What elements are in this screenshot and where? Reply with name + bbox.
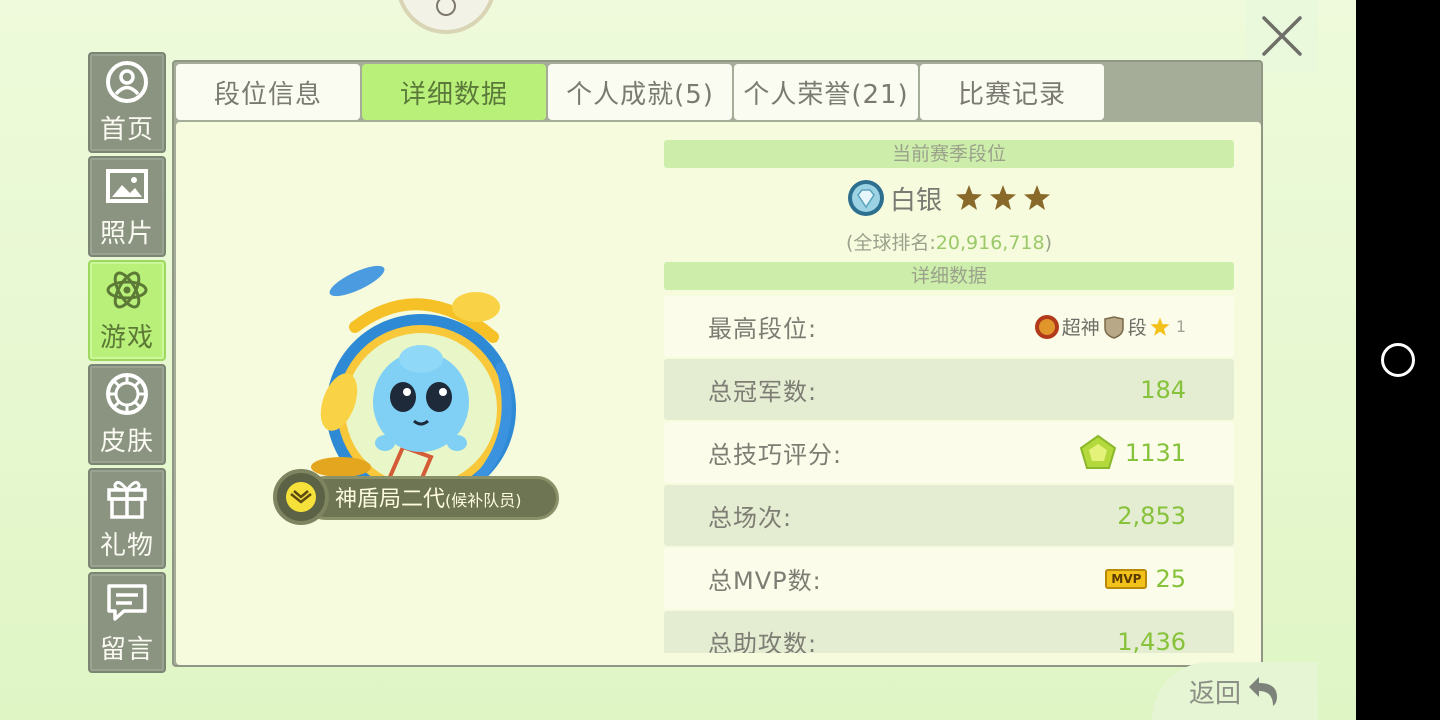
stat-row-mvp: 总MVP数: MVP 25 <box>664 548 1234 609</box>
stat-value: 1,436 <box>1117 627 1186 654</box>
detail-data-header: 详细数据 <box>664 262 1234 290</box>
tab-detailed-data[interactable]: 详细数据 <box>362 64 546 120</box>
sidebar-item-games[interactable]: 游戏 <box>88 260 166 361</box>
gift-icon <box>107 480 147 519</box>
rank-name: 白银 <box>889 185 942 216</box>
sidebar-item-photos[interactable]: 照片 <box>88 156 166 257</box>
stat-row-matches: 总场次: 2,853 <box>664 485 1234 546</box>
stat-value: 184 <box>1140 375 1186 404</box>
sidebar-item-skins[interactable]: 皮肤 <box>88 364 166 465</box>
tab-rank-info[interactable]: 段位信息 <box>176 64 360 120</box>
team-role: (候补队员) <box>445 491 522 510</box>
gold-star-icon <box>1150 316 1170 336</box>
team-name-text: 神盾局二代 <box>335 487 446 512</box>
tab-honors[interactable]: 个人荣誉(21) <box>734 64 918 120</box>
stat-value: 2,853 <box>1117 501 1186 530</box>
star-icon <box>990 185 1016 210</box>
tier-shield-icon <box>1104 315 1124 339</box>
sidebar-item-gifts[interactable]: 礼物 <box>88 468 166 569</box>
team-emblem-icon <box>273 469 329 525</box>
sidebar-item-label: 游戏 <box>99 323 154 353</box>
stat-label: 总场次: <box>708 504 793 532</box>
stats-column: 当前赛季段位 白银 (全球排名:20,916,718) 详细数据 最高段位: 超… <box>664 140 1234 653</box>
profile-panel: 段位信息 详细数据 个人成就(5) 个人荣誉(21) 比赛记录 神盾局二代(候补… <box>172 60 1263 667</box>
sidebar-item-label: 留言 <box>99 635 154 665</box>
stat-row-highest-tier: 最高段位: 超神 段 1 <box>664 296 1234 357</box>
back-button[interactable]: 返回 <box>1152 662 1318 720</box>
skill-score-value: 1131 <box>1079 434 1186 472</box>
global-rank: (全球排名:20,916,718) <box>664 228 1234 254</box>
current-rank: 白银 <box>664 168 1234 228</box>
sidebar-item-messages[interactable]: 留言 <box>88 572 166 673</box>
star-icon <box>1024 185 1050 210</box>
star-icon <box>956 185 982 210</box>
silver-rank-icon <box>847 180 884 216</box>
stat-label: 总技巧评分: <box>708 441 843 469</box>
sidebar-item-label: 首页 <box>99 115 154 145</box>
back-label: 返回 <box>1188 678 1241 709</box>
tab-bar: 段位信息 详细数据 个人成就(5) 个人荣誉(21) 比赛记录 <box>176 64 1104 120</box>
team-nameplate[interactable]: 神盾局二代(候补队员) <box>273 468 563 526</box>
rank-stars <box>954 183 1052 213</box>
stat-row-assists: 总助攻数: 1,436 <box>664 611 1234 653</box>
stats-list[interactable]: 最高段位: 超神 段 1 总冠军数: 184 总技巧评分: 1131 总场次: … <box>664 296 1234 653</box>
stat-row-championships: 总冠军数: 184 <box>664 359 1234 420</box>
stat-label: 总助攻数: <box>708 630 818 653</box>
tab-achievements[interactable]: 个人成就(5) <box>548 64 732 120</box>
return-arrow-icon <box>1249 677 1277 706</box>
sidebar-item-label: 照片 <box>99 219 154 249</box>
sidebar-item-home[interactable]: 首页 <box>88 52 166 153</box>
diamond-ring-icon <box>106 373 148 415</box>
sidebar-item-label: 礼物 <box>99 531 154 561</box>
stat-label: 最高段位: <box>708 315 818 343</box>
team-name: 神盾局二代(候补队员) <box>335 481 522 513</box>
atom-icon <box>106 271 148 309</box>
tier-sub: 段 <box>1127 317 1147 339</box>
global-rank-suffix: ) <box>1044 232 1053 254</box>
season-rank-header: 当前赛季段位 <box>664 140 1234 168</box>
stat-value: 1131 <box>1124 438 1186 467</box>
mvp-badge-icon: MVP <box>1105 568 1148 589</box>
stat-value: 25 <box>1155 564 1186 593</box>
highest-tier-value: 超神 段 1 <box>1034 313 1186 340</box>
sidebar-item-label: 皮肤 <box>99 427 154 457</box>
stat-label: 总MVP数: <box>708 567 822 595</box>
mvp-value: MVP 25 <box>1105 565 1186 593</box>
tier-level: 1 <box>1175 317 1186 336</box>
global-rank-label: (全球排名: <box>845 232 936 254</box>
user-icon <box>106 61 148 103</box>
tab-match-history[interactable]: 比赛记录 <box>920 64 1104 120</box>
detail-content: 神盾局二代(候补队员) 当前赛季段位 白银 (全球排名:20,916,718) … <box>176 122 1261 665</box>
close-icon <box>1262 16 1302 56</box>
image-icon <box>106 169 148 203</box>
legend-rank-icon <box>1034 314 1059 339</box>
message-icon <box>107 584 147 621</box>
top-avatar <box>396 0 496 34</box>
global-rank-value: 20,916,718 <box>935 232 1045 254</box>
stat-row-skill-score: 总技巧评分: 1131 <box>664 422 1234 483</box>
home-circle-icon[interactable] <box>1381 343 1415 377</box>
sidebar: 首页 照片 游戏 皮肤 礼物 留言 <box>88 52 166 676</box>
tier-name: 超神 <box>1061 317 1100 339</box>
stat-label: 总冠军数: <box>708 378 818 406</box>
pentagon-skill-icon <box>1079 434 1117 469</box>
